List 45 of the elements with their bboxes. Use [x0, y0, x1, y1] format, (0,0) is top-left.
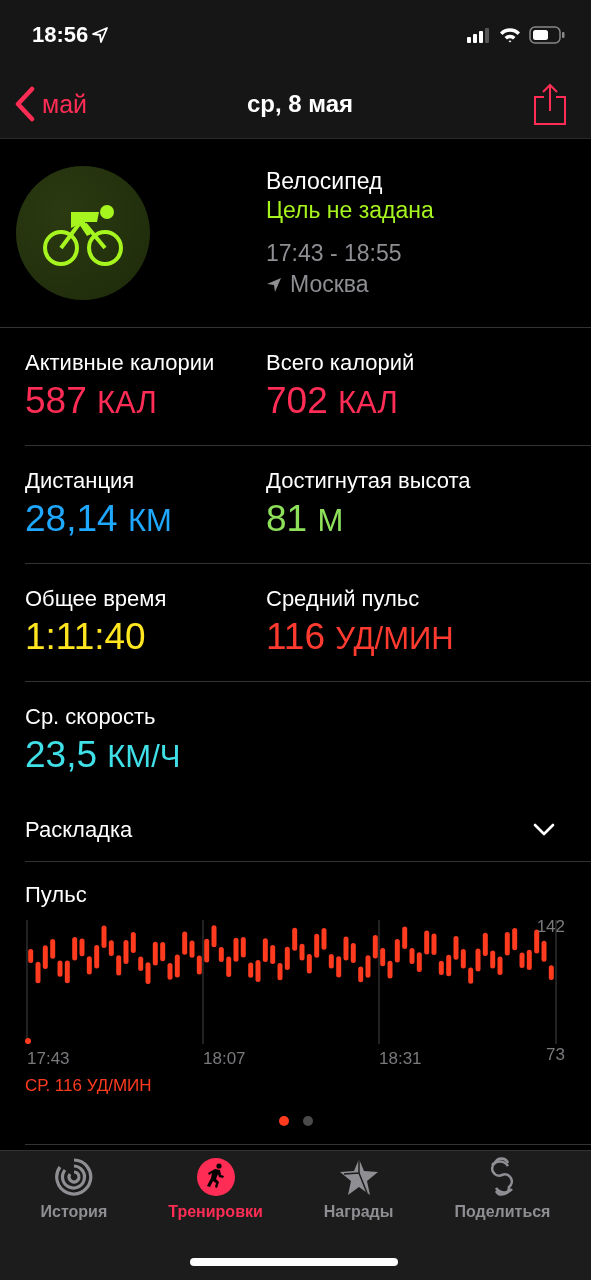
metric-label: Общее время: [25, 586, 168, 612]
axis-label: 18:07: [203, 1049, 246, 1068]
tab[interactable]: Награды: [323, 1157, 394, 1233]
axis-label: 17:43: [27, 1049, 70, 1068]
location-text: Москва: [290, 271, 369, 298]
metric-value: 81 М: [266, 498, 345, 540]
location-arrow-icon: [92, 27, 109, 43]
tab[interactable]: Поделиться: [454, 1157, 551, 1233]
runner-icon: [195, 1157, 236, 1197]
clock-time: 18:56: [32, 22, 89, 48]
metric-label: Дистанция: [25, 468, 136, 494]
location-arrow-icon: [266, 276, 282, 293]
workout-name: Велосипед: [266, 168, 384, 195]
page-title: ср, 8 мая: [246, 90, 354, 118]
back-button[interactable]: май: [14, 86, 88, 122]
metric-value: 116 УД/МИН: [266, 616, 455, 658]
metric-label: Всего калорий: [266, 350, 416, 376]
page-dot[interactable]: [302, 1116, 313, 1126]
axis-label: 142: [536, 917, 565, 936]
metric-value: 702 КАЛ: [266, 380, 399, 422]
page-dot[interactable]: [278, 1116, 289, 1126]
tab[interactable]: История: [40, 1157, 108, 1233]
metric-label: Ср. скорость: [25, 704, 157, 730]
axis-label: 73: [546, 1045, 565, 1064]
wifi-icon: [499, 27, 521, 43]
time-range: 17:43 - 18:55: [266, 240, 403, 267]
splits-row[interactable]: Раскладка: [25, 799, 591, 862]
share-icon[interactable]: [533, 83, 567, 125]
back-chevron-icon: [14, 86, 36, 122]
metric-label: Достигнутая высота: [266, 468, 472, 494]
goal-text: Цель не задана: [266, 197, 434, 224]
star-icon: [338, 1157, 379, 1197]
axis-label: 18:31: [379, 1049, 422, 1068]
metric-value: 28,14 КМ: [25, 498, 173, 540]
average-label: СР. 116 УД/МИН: [25, 1076, 153, 1096]
battery-icon: [529, 26, 565, 44]
metric-label: Активные калории: [25, 350, 216, 376]
metric-label: Средний пульс: [266, 586, 421, 612]
metric-value: 1:11:40: [25, 616, 147, 658]
rings-icon: [53, 1157, 94, 1197]
signal-icon: [467, 27, 491, 43]
metric-value: 23,5 КМ/Ч: [25, 734, 182, 776]
tab[interactable]: Тренировки: [168, 1157, 263, 1233]
metric-value: 587 КАЛ: [25, 380, 158, 422]
chart-title: Пульс: [25, 882, 88, 908]
